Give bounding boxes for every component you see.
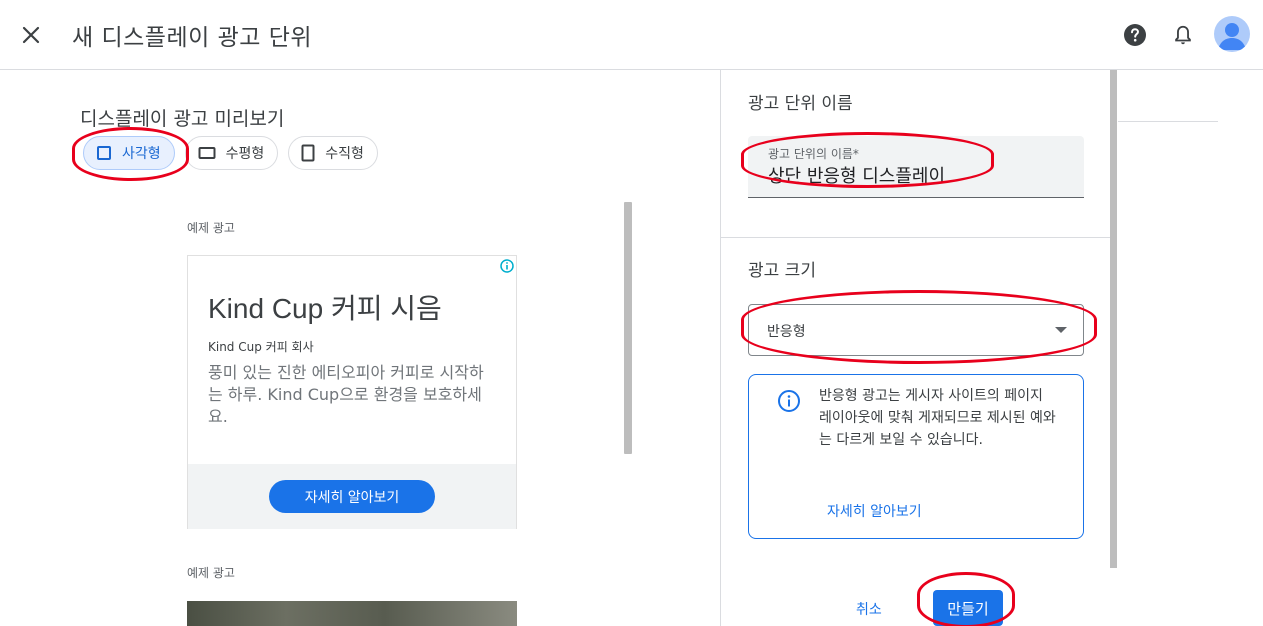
sample-ad-label-2: 예제 광고 [187,566,235,580]
size-section-title: 광고 크기 [748,261,816,281]
ad-unit-name-field[interactable]: 광고 단위의 이름* 상단 반응형 디스플레이 [748,136,1084,198]
chip-vertical[interactable]: 수직형 [288,136,378,170]
help-icon [1124,24,1146,46]
ad-footer: 자세히 알아보기 [188,464,516,529]
account-avatar-icon [1218,23,1246,50]
name-field-label: 광고 단위의 이름* [768,147,859,161]
help-button[interactable] [1118,18,1152,52]
close-icon [22,26,40,44]
learn-more-link[interactable]: 자세히 알아보기 [827,501,922,521]
chevron-down-icon [1055,327,1067,333]
chip-label: 사각형 [122,146,161,162]
chip-square[interactable]: 사각형 [83,136,175,170]
sample-ad-card: Kind Cup 커피 시음 Kind Cup 커피 회사 풍미 있는 진한 에… [187,255,517,529]
chip-label: 수평형 [225,146,265,162]
section-divider [721,237,1111,238]
responsive-info-box: 반응형 광고는 게시자 사이트의 페이지 레이아웃에 맞춰 게재되므로 제시된 … [748,374,1084,539]
preview-scrollbar[interactable] [624,202,632,454]
notifications-button[interactable] [1166,18,1200,52]
ad-description: 풍미 있는 진한 에티오피아 커피로 시작하는 하루. Kind Cup으로 환… [208,363,484,426]
name-field-value: 상단 반응형 디스플레이 [768,166,946,187]
info-icon [777,389,801,417]
sample-ad-label: 예제 광고 [187,221,235,235]
ad-headline: Kind Cup 커피 시음 [208,293,442,324]
settings-panel: 광고 단위 이름 광고 단위의 이름* 상단 반응형 디스플레이 광고 크기 반… [720,70,1111,626]
cancel-button[interactable]: 취소 [848,597,890,621]
bell-icon [1175,25,1191,45]
vertical-rect-icon [301,144,315,162]
preview-title: 디스플레이 광고 미리보기 [80,108,285,130]
ad-company: Kind Cup 커피 회사 [208,340,314,354]
square-icon [96,145,112,161]
sample-ad-image [187,601,517,626]
avatar[interactable] [1214,16,1250,52]
page-title: 새 디스플레이 광고 단위 [72,25,313,51]
name-section-title: 광고 단위 이름 [748,94,853,114]
ad-choices-info-icon[interactable] [500,258,514,273]
chip-horizontal[interactable]: 수평형 [184,136,279,170]
horizontal-rect-icon [198,145,216,161]
background-divider [1118,121,1218,122]
preview-format-chips: 사각형 수평형 수직형 [83,136,378,170]
panel-scrollbar[interactable] [1110,70,1117,568]
ad-size-value: 반응형 [767,324,806,340]
close-button[interactable] [14,18,48,52]
ad-size-select[interactable]: 반응형 [748,304,1084,356]
ad-cta-button[interactable]: 자세히 알아보기 [269,480,435,513]
info-text: 반응형 광고는 게시자 사이트의 페이지 레이아웃에 맞춰 게재되므로 제시된 … [819,388,1056,448]
chip-label: 수직형 [325,146,364,162]
create-button[interactable]: 만들기 [933,590,1003,626]
top-app-bar: 새 디스플레이 광고 단위 [0,0,1263,70]
